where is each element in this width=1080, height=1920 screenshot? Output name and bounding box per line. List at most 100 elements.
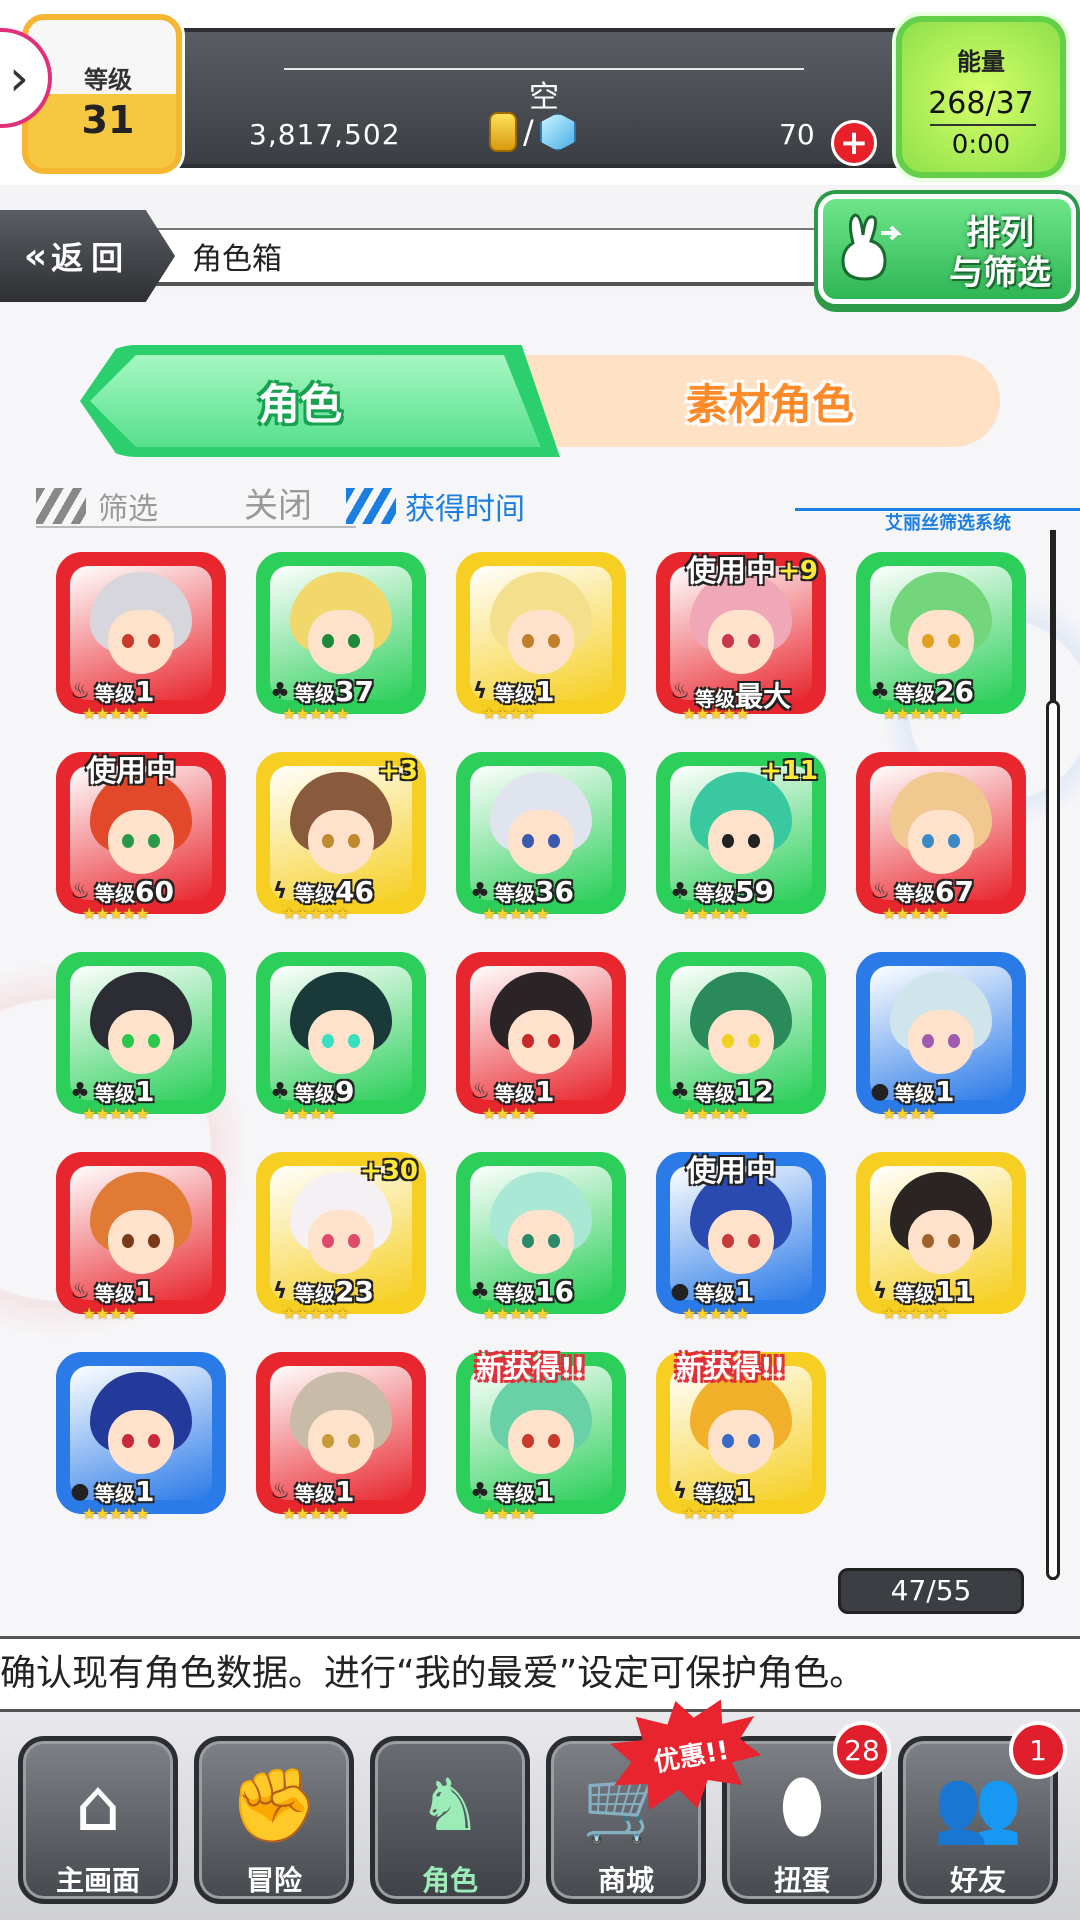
level-value: 31: [81, 98, 135, 142]
portrait-face: [308, 1210, 374, 1274]
portrait-eye: [348, 834, 360, 848]
scrollbar-thumb[interactable]: [1046, 700, 1060, 1580]
character-card[interactable]: ♨ 等级1 ★★★★: [456, 952, 626, 1124]
portrait-eye: [948, 634, 960, 648]
energy-value: 268/37: [928, 86, 1034, 121]
level-prefix: 等级: [95, 882, 135, 906]
sort-filter-label: 排列 与筛选: [935, 213, 1065, 293]
nav-home[interactable]: ⌂ 主画面: [18, 1736, 178, 1904]
portrait-eye: [522, 1034, 534, 1048]
help-message: 确认现有角色数据。进行“我的最爱”设定可保护角色。: [0, 1636, 1080, 1712]
rarity-stars: ★★★★: [482, 1504, 536, 1523]
sort-order-value[interactable]: 获得时间: [405, 484, 525, 528]
character-card[interactable]: ♣ 等级1 ★★★★★: [56, 952, 226, 1124]
portrait-face: [708, 610, 774, 674]
level-prefix: 等级: [295, 682, 335, 706]
card-frame: ♨ 等级1: [456, 952, 626, 1114]
sort-label-line1: 排列: [966, 213, 1034, 253]
back-button[interactable]: « 返回: [0, 210, 175, 302]
character-card[interactable]: ♨ 等级67 ★★★★★: [856, 752, 1026, 924]
character-card[interactable]: ● 等级1 ★★★★★ 使用中: [656, 1152, 826, 1324]
plus-bonus: +9: [778, 556, 818, 586]
character-card[interactable]: ♣ 等级1 ★★★★ 新获得!!: [456, 1351, 626, 1524]
in-use-badge: 使用中: [686, 554, 776, 589]
status-bar: 空 3,817,502 / 70 + 等级 31 › 能量 268/37 0:0…: [0, 0, 1080, 185]
character-card[interactable]: ϟ 等级46 ★★★★★ +3: [256, 752, 426, 924]
character-card[interactable]: ♣ 等级16 ★★★★★: [456, 1152, 626, 1324]
wood-attribute-icon: ♣: [870, 678, 890, 704]
nav-adventure[interactable]: ✊ 冒险: [194, 1736, 354, 1904]
portrait-face: [308, 1010, 374, 1074]
wood-attribute-icon: ♣: [670, 1078, 690, 1104]
thunder-attribute-icon: ϟ: [472, 678, 488, 704]
nav-friends[interactable]: 👥 好友 1: [898, 1721, 1067, 1904]
portrait-face: [108, 1210, 174, 1274]
character-card[interactable]: ϟ 等级1 ★★★★: [456, 552, 626, 724]
character-card[interactable]: ♣ 等级12 ★★★★★: [656, 952, 826, 1124]
card-frame: ♨ 等级67: [856, 752, 1026, 914]
character-card[interactable]: ♣ 等级37 ★★★★★: [256, 552, 426, 724]
character-card[interactable]: ♨ 等级1 ★★★★★: [56, 552, 226, 724]
page-header: « 返回 角色箱 排列 与筛选: [0, 194, 1080, 304]
portrait-eye: [722, 834, 734, 848]
plus-bonus: +30: [360, 1156, 418, 1186]
rarity-stars: ★★★★★: [882, 1304, 950, 1323]
level-prefix: 等级: [495, 1082, 535, 1106]
character-card[interactable]: ϟ 等级1 ★★★★ 新获得!!: [656, 1351, 826, 1524]
filter-row: 筛选 关闭 获得时间 艾丽丝筛选系统: [0, 478, 1080, 538]
card-frame: ♣ 等级26: [856, 552, 1026, 714]
level-prefix: 等级: [95, 1482, 135, 1506]
portrait-face: [908, 1010, 974, 1074]
home-icon: ⌂: [75, 1763, 121, 1847]
name-divider: [284, 68, 804, 70]
tab-characters-label: 角色: [257, 379, 342, 429]
portrait-eye: [922, 634, 934, 648]
character-card[interactable]: ♣ 等级36 ★★★★★: [456, 752, 626, 924]
nav-shop-label: 商城: [597, 1864, 654, 1897]
fire-attribute-icon: ♨: [870, 878, 890, 904]
character-card[interactable]: ♨ 等级60 ★★★★★ 使用中: [56, 752, 226, 924]
portrait-eye: [748, 1034, 760, 1048]
energy-badge[interactable]: 能量 268/37 0:00: [896, 16, 1066, 178]
nav-characters[interactable]: ♞ 角色: [370, 1736, 530, 1904]
character-card[interactable]: ϟ 等级23 ★★★★★ +30: [256, 1152, 426, 1324]
energy-label: 能量: [957, 48, 1005, 76]
character-card[interactable]: ● 等级1 ★★★★: [856, 952, 1026, 1124]
filter-value[interactable]: 关闭: [244, 478, 312, 527]
thunder-attribute-icon: ϟ: [872, 1278, 888, 1304]
wood-attribute-icon: ♣: [270, 678, 290, 704]
portrait-eye: [348, 1034, 360, 1048]
character-card[interactable]: ♨ 等级1 ★★★★: [56, 1152, 226, 1324]
character-card[interactable]: ϟ 等级11 ★★★★★: [856, 1152, 1026, 1324]
portrait-eye: [522, 1234, 534, 1248]
card-frame: ϟ 等级1: [456, 552, 626, 714]
portrait-eye: [348, 1434, 360, 1448]
tab-material-characters[interactable]: 素材角色: [480, 355, 1000, 447]
gacha-badge: 28: [833, 1721, 891, 1779]
level-number: 1: [535, 1475, 555, 1508]
character-card[interactable]: ♣ 等级26 ★★★★★★: [856, 552, 1026, 724]
filter-label[interactable]: 筛选: [98, 484, 158, 528]
tab-characters[interactable]: 角色: [80, 345, 560, 457]
level-number: 9: [335, 1075, 355, 1108]
portrait-eye: [548, 1434, 560, 1448]
character-card[interactable]: ● 等级1 ★★★★★: [56, 1352, 226, 1524]
portrait-face: [908, 810, 974, 874]
fire-attribute-icon: ♨: [670, 678, 690, 704]
buy-gems-button[interactable]: +: [831, 120, 877, 166]
level-prefix: 等级: [295, 882, 335, 906]
wood-attribute-icon: ♣: [470, 1478, 490, 1504]
fire-attribute-icon: ♨: [470, 1078, 490, 1104]
character-card[interactable]: ♣ 等级59 ★★★★★ +11: [656, 752, 826, 924]
character-card[interactable]: ♣ 等级9 ★★★★: [256, 952, 426, 1124]
portrait-eye: [348, 1234, 360, 1248]
rarity-stars: ★★★★★: [682, 904, 750, 923]
character-card[interactable]: ♨ 等级最大 ★★★★★ 使用中 +9: [656, 552, 826, 724]
wood-attribute-icon: ♣: [270, 1078, 290, 1104]
rarity-stars: ★★★★★: [82, 1104, 150, 1123]
back-label: 返回: [51, 239, 132, 277]
portrait-eye: [122, 1034, 134, 1048]
sort-filter-button[interactable]: 排列 与筛选: [818, 194, 1076, 304]
character-card[interactable]: ♨ 等级1 ★★★★★: [256, 1352, 426, 1524]
portrait-face: [508, 1010, 574, 1074]
